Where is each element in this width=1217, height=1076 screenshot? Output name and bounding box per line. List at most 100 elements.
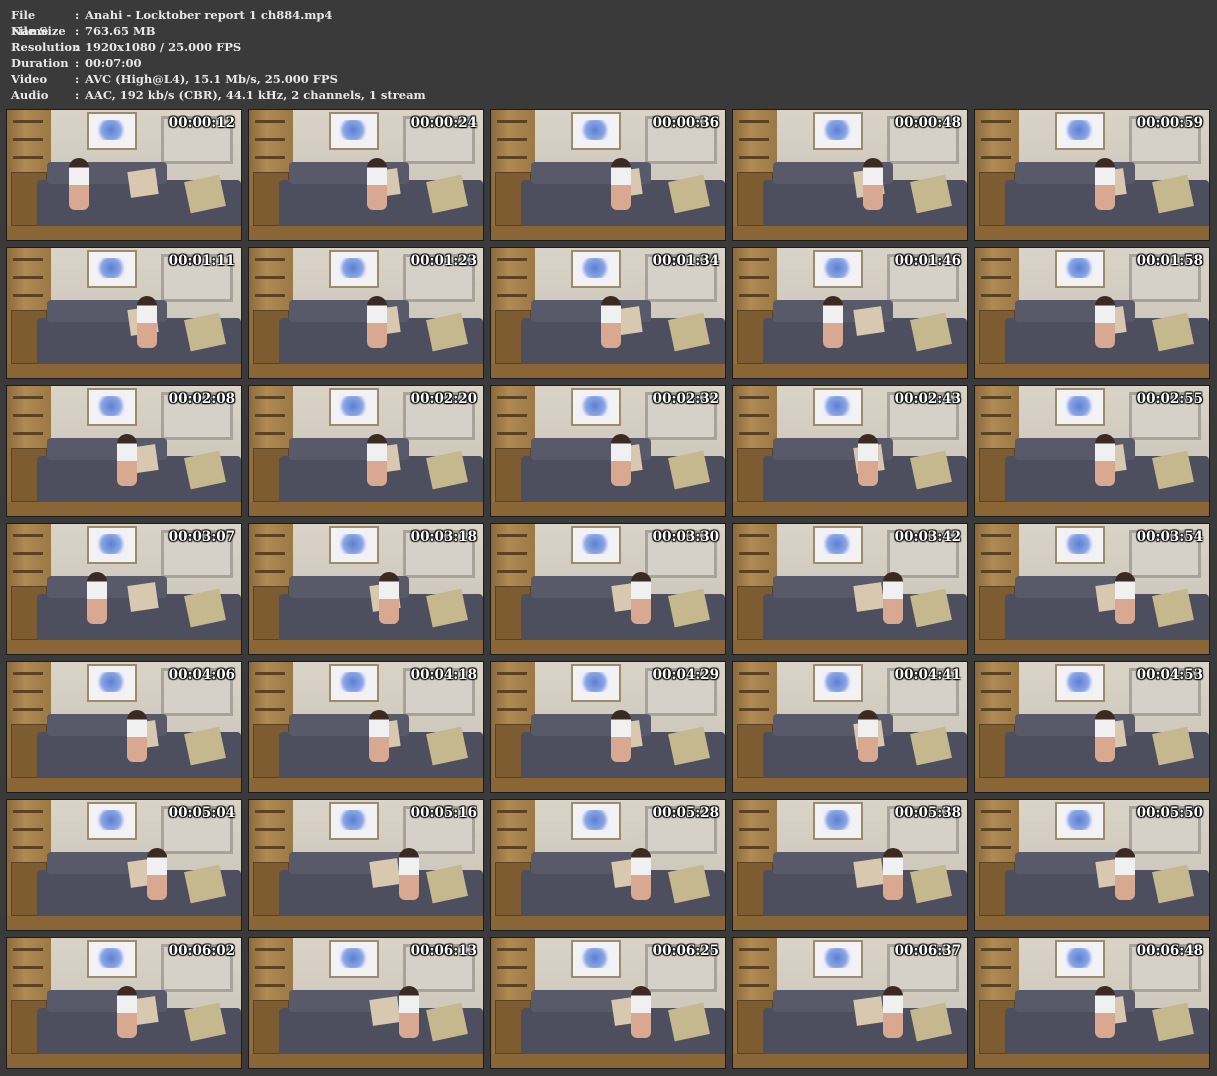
thumbnail: 00:05:50: [974, 799, 1210, 931]
thumbnail: 00:01:11: [6, 247, 242, 379]
thumbnail-timestamp: 00:00:12: [168, 115, 235, 131]
thumbnail-timestamp: 00:00:48: [894, 115, 961, 131]
info-value: 763.65 MB: [85, 24, 156, 38]
wall-picture-shape: [329, 112, 379, 150]
floor-shape: [249, 778, 483, 792]
info-label: Video: [11, 72, 48, 86]
person-figure: [883, 848, 903, 900]
person-figure: [1115, 572, 1135, 624]
thumbnail-timestamp: 00:03:54: [1136, 529, 1203, 545]
floor-shape: [733, 226, 967, 240]
wall-picture-shape: [87, 940, 137, 978]
info-separator: :: [75, 24, 80, 38]
floor-shape: [975, 640, 1209, 654]
thumbnail: 00:04:29: [490, 661, 726, 793]
thumbnail-timestamp: 00:04:06: [168, 667, 235, 683]
cushion-shape: [853, 582, 885, 612]
person-figure: [87, 572, 107, 624]
wall-picture-shape: [571, 388, 621, 426]
floor-shape: [249, 364, 483, 378]
thumbnail-timestamp: 00:02:08: [168, 391, 235, 407]
thumbnail-grid: 00:00:12 00:00:24 00:00:36 00:00:48 00:00:59…: [6, 109, 1210, 1069]
cushion-shape: [853, 858, 885, 888]
info-row-audio: Audio : AAC, 192 kb/s (CBR), 44.1 kHz, 2…: [11, 87, 426, 103]
person-figure: [883, 572, 903, 624]
thumbnail-timestamp: 00:05:04: [168, 805, 235, 821]
floor-shape: [249, 502, 483, 516]
floor-shape: [733, 1054, 967, 1068]
thumbnail-timestamp: 00:02:20: [410, 391, 477, 407]
thumbnail: 00:06:25: [490, 937, 726, 1069]
thumbnail: 00:02:20: [248, 385, 484, 517]
floor-shape: [975, 916, 1209, 930]
thumbnail: 00:03:07: [6, 523, 242, 655]
thumbnail: 00:00:59: [974, 109, 1210, 241]
cushion-shape: [369, 996, 401, 1026]
person-figure: [1095, 710, 1115, 762]
wall-picture-shape: [813, 526, 863, 564]
cushion-shape: [127, 582, 159, 612]
info-separator: :: [75, 8, 80, 22]
person-figure: [601, 296, 621, 348]
wall-picture-shape: [813, 250, 863, 288]
thumbnail-timestamp: 00:00:24: [410, 115, 477, 131]
wall-picture-shape: [571, 526, 621, 564]
thumbnail: 00:04:06: [6, 661, 242, 793]
thumbnail: 00:02:55: [974, 385, 1210, 517]
thumbnail: 00:04:18: [248, 661, 484, 793]
thumbnail: 00:05:16: [248, 799, 484, 931]
person-figure: [631, 848, 651, 900]
thumbnail-timestamp: 00:06:48: [1136, 943, 1203, 959]
floor-shape: [491, 778, 725, 792]
wall-picture-shape: [813, 388, 863, 426]
floor-shape: [733, 778, 967, 792]
wall-picture-shape: [1055, 112, 1105, 150]
thumbnail: 00:01:46: [732, 247, 968, 379]
thumbnail: 00:01:23: [248, 247, 484, 379]
wall-picture-shape: [813, 664, 863, 702]
wall-picture-shape: [329, 802, 379, 840]
person-figure: [379, 572, 399, 624]
wall-picture-shape: [87, 664, 137, 702]
thumbnail-timestamp: 00:01:34: [652, 253, 719, 269]
wall-picture-shape: [87, 112, 137, 150]
wall-picture-shape: [1055, 526, 1105, 564]
person-figure: [631, 986, 651, 1038]
wall-picture-shape: [87, 802, 137, 840]
thumbnail-timestamp: 00:01:11: [168, 253, 235, 269]
person-figure: [137, 296, 157, 348]
wall-picture-shape: [1055, 250, 1105, 288]
wall-picture-shape: [813, 112, 863, 150]
thumbnail: 00:02:32: [490, 385, 726, 517]
person-figure: [631, 572, 651, 624]
person-figure: [367, 296, 387, 348]
thumbnail-timestamp: 00:03:18: [410, 529, 477, 545]
info-label: File Size: [11, 24, 66, 38]
thumbnail: 00:04:53: [974, 661, 1210, 793]
thumbnail: 00:02:08: [6, 385, 242, 517]
info-row-file-name: File Name : Anahi - Locktober report 1 c…: [11, 7, 426, 38]
person-figure: [369, 710, 389, 762]
wall-picture-shape: [813, 940, 863, 978]
person-figure: [1095, 158, 1115, 210]
person-figure: [367, 434, 387, 486]
info-value: AVC (High@L4), 15.1 Mb/s, 25.000 FPS: [85, 72, 338, 86]
person-figure: [1115, 848, 1135, 900]
thumbnail-timestamp: 00:01:23: [410, 253, 477, 269]
thumbnail-timestamp: 00:03:30: [652, 529, 719, 545]
floor-shape: [733, 640, 967, 654]
thumbnail-timestamp: 00:00:59: [1136, 115, 1203, 131]
wall-picture-shape: [1055, 940, 1105, 978]
thumbnail-timestamp: 00:01:58: [1136, 253, 1203, 269]
thumbnail-timestamp: 00:01:46: [894, 253, 961, 269]
person-figure: [399, 986, 419, 1038]
wall-picture-shape: [1055, 664, 1105, 702]
thumbnail: 00:05:38: [732, 799, 968, 931]
file-info-panel: File Name : Anahi - Locktober report 1 c…: [11, 7, 426, 103]
thumbnail-timestamp: 00:06:37: [894, 943, 961, 959]
floor-shape: [975, 502, 1209, 516]
wall-picture-shape: [571, 940, 621, 978]
info-value: Anahi - Locktober report 1 ch884.mp4: [85, 8, 333, 22]
thumbnail-timestamp: 00:06:13: [410, 943, 477, 959]
thumbnail-timestamp: 00:02:32: [652, 391, 719, 407]
